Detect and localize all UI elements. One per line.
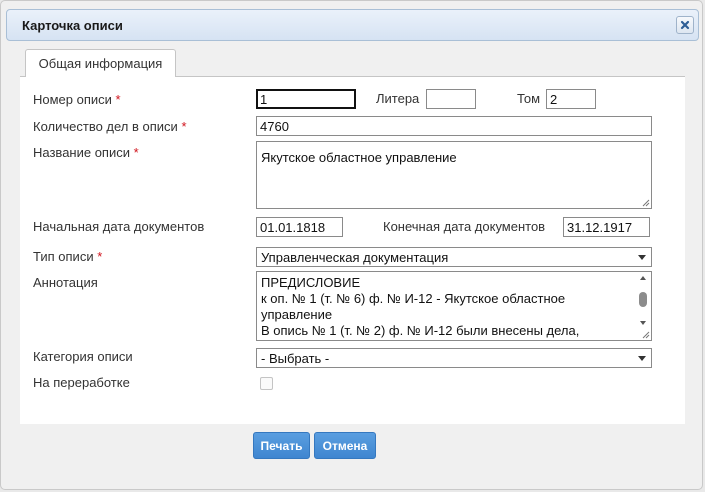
cases-count-input[interactable]	[256, 116, 652, 136]
annotation-line: управление	[261, 307, 333, 322]
inventory-type-select[interactable]: Управленческая документация	[256, 247, 652, 267]
inventory-name-label-text: Название описи	[33, 145, 130, 160]
inventory-name-label: Название описи *	[33, 145, 139, 160]
in-rework-checkbox[interactable]	[260, 377, 273, 390]
chevron-down-icon	[638, 356, 646, 361]
volume-label: Том	[517, 91, 541, 106]
cases-count-label: Количество дел в описи *	[33, 119, 187, 134]
cancel-button[interactable]: Отмена	[314, 432, 376, 459]
inventory-type-label-text: Тип описи	[33, 249, 94, 264]
print-button[interactable]: Печать	[253, 432, 310, 459]
required-mark: *	[133, 145, 139, 160]
scrollbar-thumb[interactable]	[639, 292, 647, 307]
end-date-label: Конечная дата документов	[383, 219, 546, 234]
tab-general-info[interactable]: Общая информация	[25, 49, 176, 77]
annotation-line: В опись № 1 (т. № 2) ф. № И-12 были внес…	[261, 323, 580, 338]
inventory-number-label-text: Номер описи	[33, 92, 112, 107]
dialog-title: Карточка описи	[22, 18, 123, 33]
annotation-line: к оп. № 1 (т. № 6) ф. № И-12 - Якутское …	[261, 291, 566, 306]
inventory-name-value: Якутское областное управление	[261, 150, 457, 165]
resize-grip-icon[interactable]	[641, 198, 650, 207]
category-select[interactable]: - Выбрать -	[256, 348, 652, 368]
required-mark: *	[115, 92, 121, 107]
chevron-down-icon	[638, 255, 646, 260]
inventory-card-dialog: Карточка описи Общая информация Номер оп…	[0, 0, 703, 490]
inventory-type-selected: Управленческая документация	[261, 250, 449, 265]
inventory-type-label: Тип описи *	[33, 249, 102, 264]
required-mark: *	[97, 249, 103, 264]
annotation-line: ПРЕДИСЛОВИЕ	[261, 275, 361, 290]
resize-grip-icon[interactable]	[641, 330, 650, 339]
dialog-titlebar[interactable]: Карточка описи	[6, 9, 699, 41]
inventory-number-input[interactable]	[256, 89, 356, 109]
annotation-label: Аннотация	[33, 275, 98, 290]
close-button[interactable]	[676, 16, 694, 34]
scroll-up-arrow-icon[interactable]	[640, 276, 646, 280]
required-mark: *	[181, 119, 187, 134]
annotation-textarea[interactable]: ПРЕДИСЛОВИЕ к оп. № 1 (т. № 6) ф. № И-12…	[256, 271, 652, 341]
scroll-down-arrow-icon[interactable]	[640, 321, 646, 325]
annotation-scrollbar[interactable]	[636, 273, 650, 328]
annotation-text: ПРЕДИСЛОВИЕ к оп. № 1 (т. № 6) ф. № И-12…	[261, 275, 631, 339]
in-rework-label: На переработке	[33, 375, 130, 390]
start-date-input[interactable]	[256, 217, 343, 237]
volume-input[interactable]	[546, 89, 596, 109]
start-date-label: Начальная дата документов	[33, 219, 205, 234]
inventory-number-label: Номер описи *	[33, 92, 121, 107]
litera-label: Литера	[376, 91, 420, 106]
inventory-name-textarea[interactable]: Якутское областное управление	[256, 141, 652, 209]
litera-input[interactable]	[426, 89, 476, 109]
cases-count-label-text: Количество дел в описи	[33, 119, 178, 134]
category-label: Категория описи	[33, 349, 133, 364]
close-icon	[680, 20, 690, 30]
category-selected: - Выбрать -	[261, 351, 330, 366]
end-date-input[interactable]	[563, 217, 650, 237]
